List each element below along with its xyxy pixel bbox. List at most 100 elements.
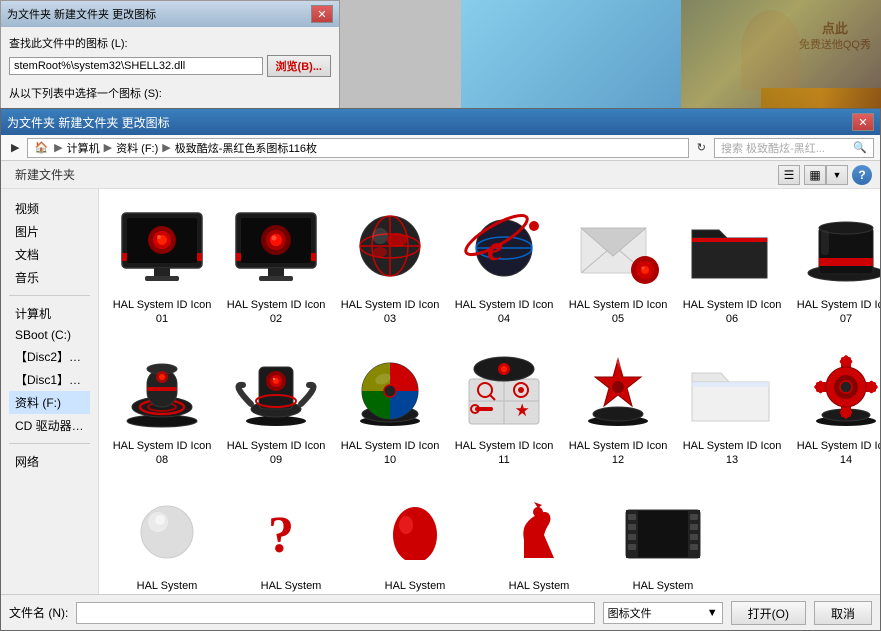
icon-canvas-17: [365, 485, 465, 575]
sidebar-item-cd[interactable]: CD 驱动器 (C...: [9, 414, 90, 437]
refresh-btn[interactable]: ↻: [693, 140, 710, 155]
ad-area: 点此 免费送他QQ秀: [461, 0, 881, 108]
filetype-select[interactable]: 图标文件 ▼: [603, 602, 723, 624]
sidebar-item-sboot[interactable]: SBoot (C:): [9, 325, 90, 345]
sidebar-item-data-f[interactable]: 资料 (F:): [9, 391, 90, 414]
new-folder-btn[interactable]: 新建文件夹: [9, 164, 81, 185]
icon-canvas-18: [489, 485, 589, 575]
svg-text:?: ?: [268, 507, 294, 560]
path-part-1[interactable]: 计算机: [65, 140, 102, 156]
icon-canvas-03: [340, 204, 440, 294]
sidebar-item-computer[interactable]: 计算机: [9, 302, 90, 325]
icon-label-13: HAL System ID Icon 13: [682, 439, 782, 468]
sidebar-item-pictures[interactable]: 图片: [9, 220, 90, 243]
path-row: 浏览(B)...: [9, 55, 331, 77]
nav-back-btn[interactable]: ▶: [7, 140, 23, 155]
ad-decoration: [681, 0, 881, 108]
open-button[interactable]: 打开(O): [731, 601, 806, 625]
filetype-label: 图标文件: [608, 605, 652, 621]
path-part-3[interactable]: 极致酷炫-黑红色系图标116枚: [173, 140, 319, 156]
view-btn-1[interactable]: ☰: [778, 165, 800, 185]
view-dropdown: ▦ ▼: [804, 165, 848, 185]
bg-dialog-close-btn[interactable]: ✕: [311, 5, 333, 23]
path-home-icon: 🏠: [34, 141, 48, 154]
find-icons-label: 查找此文件中的图标 (L):: [9, 35, 331, 51]
icon-canvas-09: [226, 345, 326, 435]
icon-item-03[interactable]: HAL System ID Icon 03: [335, 197, 445, 334]
view-btn-2[interactable]: ▦: [804, 165, 826, 185]
main-window-title: 为文件夹 新建文件夹 更改图标: [7, 114, 170, 131]
bg-dialog-titlebar: 为文件夹 新建文件夹 更改图标 ✕: [1, 1, 339, 27]
icon-label-04: HAL System ID Icon 04: [454, 298, 554, 327]
bottom-bar: 文件名 (N): 图标文件 ▼ 打开(O) 取消: [1, 594, 880, 630]
icon-canvas-06: [682, 204, 782, 294]
sidebar-item-video[interactable]: 视频: [9, 197, 90, 220]
icon-label-09: HAL System ID Icon 09: [226, 439, 326, 468]
icon-canvas-12: [568, 345, 668, 435]
main-close-btn[interactable]: ✕: [852, 113, 874, 131]
icon-label-03: HAL System ID Icon 03: [340, 298, 440, 327]
sidebar-item-disc2[interactable]: 【Disc2】(D...: [9, 345, 90, 368]
icon-row-1: HAL System ID Icon 01: [107, 197, 872, 334]
icon-item-02[interactable]: HAL System ID Icon 02: [221, 197, 331, 334]
icon-item-14[interactable]: HAL System ID Icon 14: [791, 338, 880, 475]
main-window: 为文件夹 新建文件夹 更改图标 ✕ ▶ 🏠 ▶ 计算机 ▶ 资料 (F:) ▶ …: [0, 108, 881, 631]
sidebar-item-music[interactable]: 音乐: [9, 266, 90, 289]
icon-label-14: HAL System ID Icon 14: [796, 439, 880, 468]
icon-item-12[interactable]: HAL System ID Icon 12: [563, 338, 673, 475]
main-body: 视频 图片 文档 音乐 计算机 SBoot (C:) 【Disc2】(D... …: [1, 189, 880, 624]
icon-item-01[interactable]: HAL System ID Icon 01: [107, 197, 217, 334]
help-btn[interactable]: ?: [852, 165, 872, 185]
address-path: 🏠 ▶ 计算机 ▶ 资料 (F:) ▶ 极致酷炫-黑红色系图标116枚: [27, 138, 688, 158]
path-input[interactable]: [9, 57, 263, 75]
icon-label-10: HAL System ID Icon 10: [340, 439, 440, 468]
icon-row-2: HAL System ID Icon 08: [107, 338, 872, 475]
icon-item-04[interactable]: e HAL System ID Icon 04: [449, 197, 559, 334]
icon-item-06[interactable]: HAL System ID Icon 06: [677, 197, 787, 334]
filename-label: 文件名 (N):: [9, 604, 68, 621]
icon-canvas-10: [340, 345, 440, 435]
sidebar-separator-2: [9, 443, 90, 444]
sidebar-section-favorites: 视频 图片 文档 音乐: [1, 197, 98, 289]
sidebar-separator-1: [9, 295, 90, 296]
toolbar-right: ☰ ▦ ▼ ?: [778, 165, 872, 185]
icon-item-05[interactable]: HAL System ID Icon 05: [563, 197, 673, 334]
icon-label-02: HAL System ID Icon 02: [226, 298, 326, 327]
icon-item-10[interactable]: HAL System ID Icon 10: [335, 338, 445, 475]
icon-item-09[interactable]: HAL System ID Icon 09: [221, 338, 331, 475]
icon-item-13[interactable]: HAL System ID Icon 13: [677, 338, 787, 475]
search-box: 搜索 极致酷炫-黑红... 🔍: [714, 138, 874, 158]
search-icon[interactable]: 🔍: [853, 141, 867, 154]
icon-item-08[interactable]: HAL System ID Icon 08: [107, 338, 217, 475]
icon-item-11[interactable]: HAL System ID Icon 11: [449, 338, 559, 475]
icon-canvas-04: e: [454, 204, 554, 294]
bg-dialog-title: 为文件夹 新建文件夹 更改图标: [7, 6, 156, 22]
icon-canvas-05: [568, 204, 668, 294]
sidebar-item-disc1[interactable]: 【Disc1】(E...: [9, 368, 90, 391]
path-part-2[interactable]: 资料 (F:): [114, 140, 160, 156]
select-label: 从以下列表中选择一个图标 (S):: [9, 85, 331, 101]
bg-dialog: 为文件夹 新建文件夹 更改图标 ✕ 查找此文件中的图标 (L): 浏览(B)..…: [0, 0, 340, 114]
sidebar: 视频 图片 文档 音乐 计算机 SBoot (C:) 【Disc2】(D... …: [1, 189, 99, 624]
icon-canvas-01: [112, 204, 212, 294]
sidebar-section-computer: 计算机 SBoot (C:) 【Disc2】(D... 【Disc1】(E...…: [1, 302, 98, 437]
titlebar-controls: ✕: [852, 113, 874, 131]
search-placeholder: 搜索 极致酷炫-黑红...: [721, 140, 825, 156]
browse-button[interactable]: 浏览(B)...: [267, 55, 331, 77]
icon-label-11: HAL System ID Icon 11: [454, 439, 554, 468]
icon-item-07[interactable]: HAL System ID Icon 07: [791, 197, 880, 334]
filename-input[interactable]: [76, 602, 594, 624]
filetype-arrow: ▼: [707, 607, 718, 619]
sidebar-section-network: 网络: [1, 450, 98, 473]
icon-label-01: HAL System ID Icon 01: [112, 298, 212, 327]
icon-label-07: HAL System ID Icon 07: [796, 298, 880, 327]
icon-canvas-13: [682, 345, 782, 435]
sidebar-item-network[interactable]: 网络: [9, 450, 90, 473]
bg-dialog-content: 查找此文件中的图标 (L): 浏览(B)... 从以下列表中选择一个图标 (S)…: [1, 27, 339, 113]
sidebar-item-documents[interactable]: 文档: [9, 243, 90, 266]
view-dropdown-arrow[interactable]: ▼: [826, 165, 848, 185]
icon-label-05: HAL System ID Icon 05: [568, 298, 668, 327]
cancel-button[interactable]: 取消: [814, 601, 872, 625]
icon-canvas-15: [117, 485, 217, 575]
icon-label-12: HAL System ID Icon 12: [568, 439, 668, 468]
